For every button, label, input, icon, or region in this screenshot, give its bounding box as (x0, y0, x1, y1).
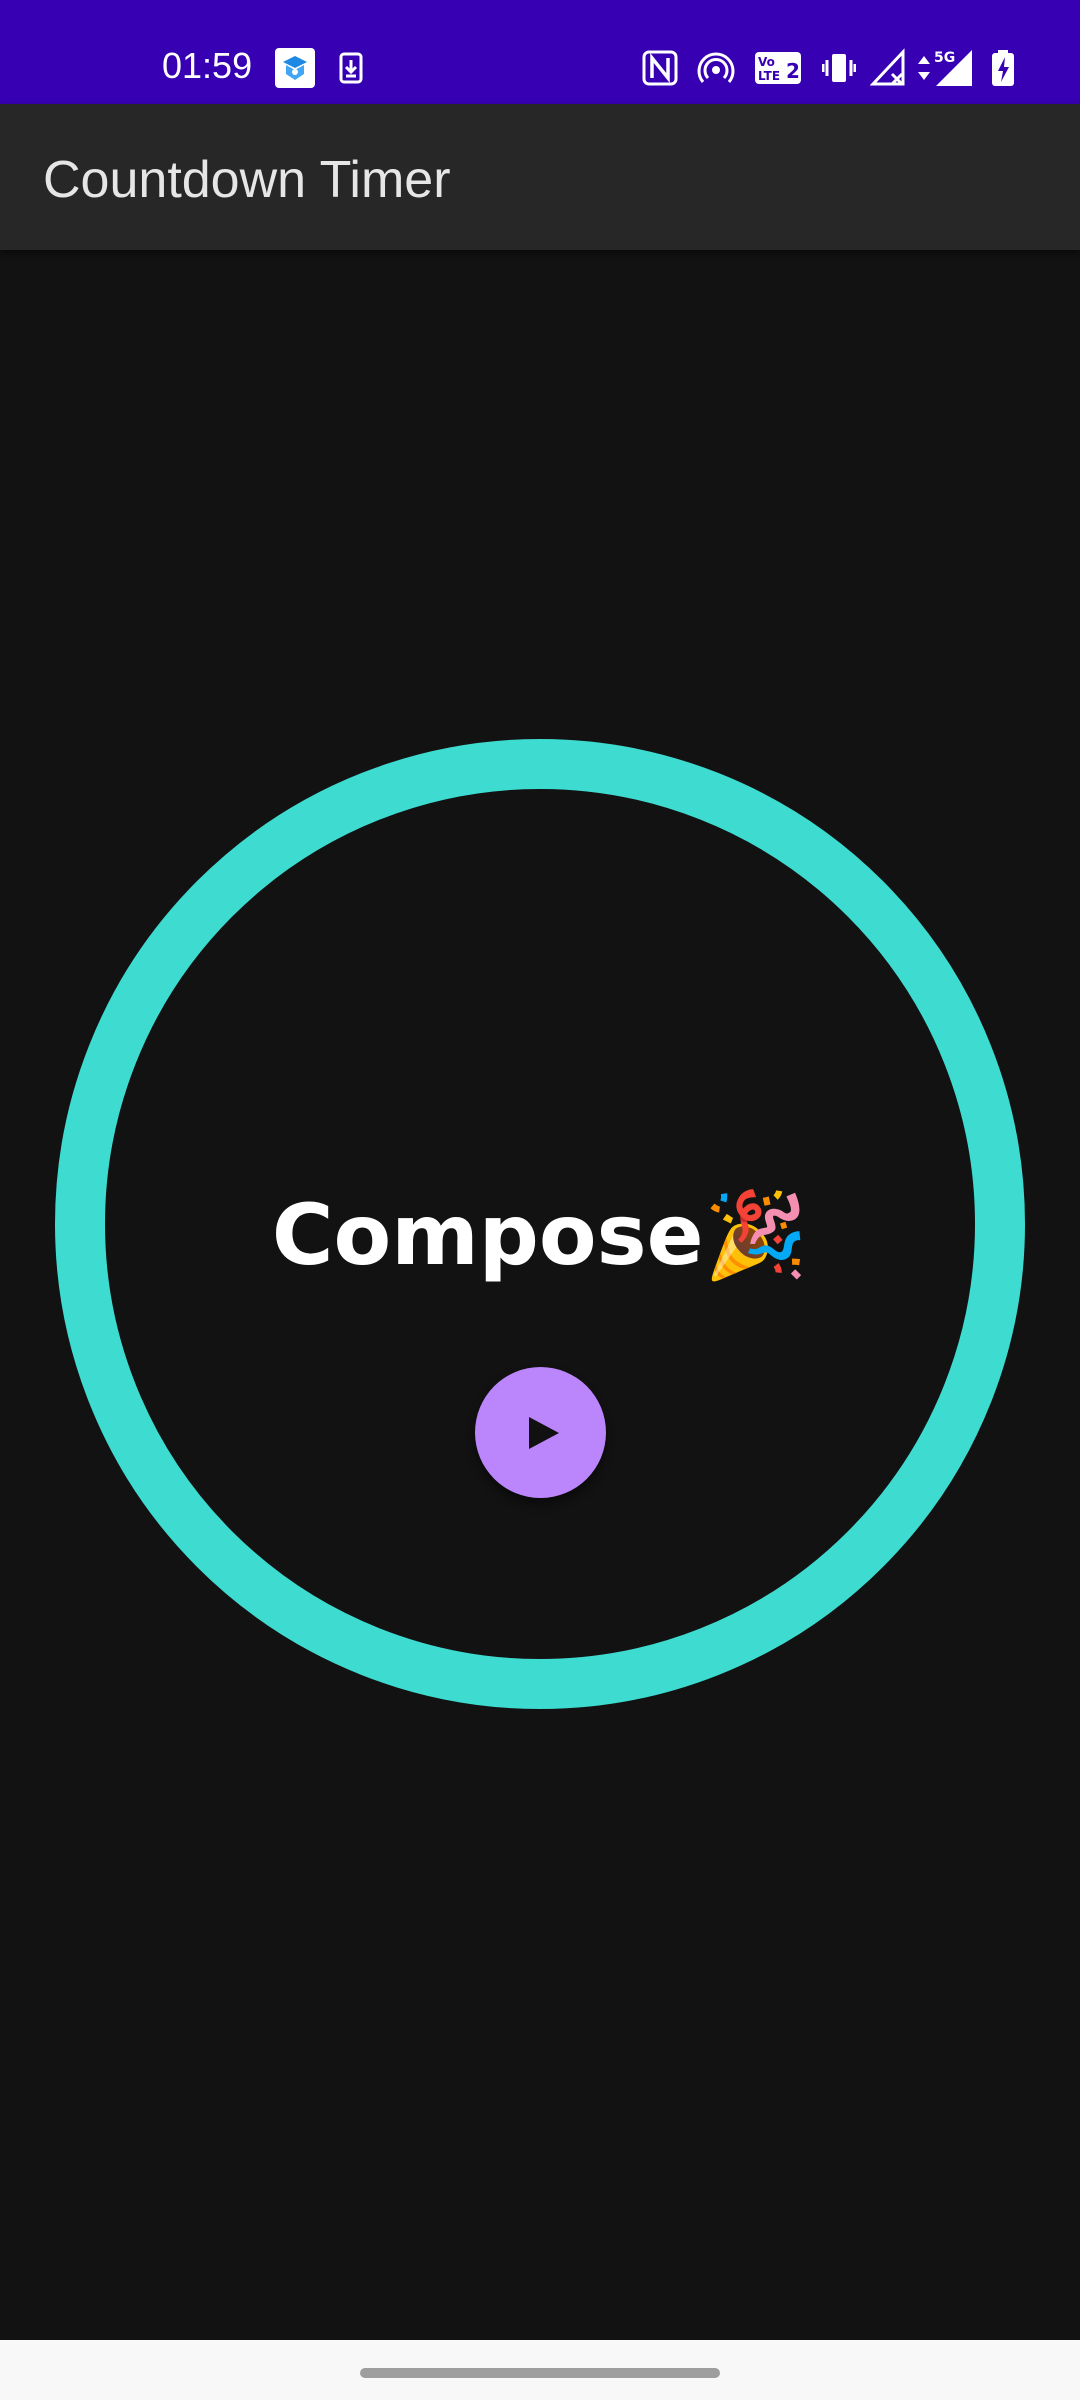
signal-no-sim-icon (870, 48, 906, 88)
play-button[interactable] (475, 1367, 606, 1498)
network-label: 5G (934, 50, 955, 66)
vpn-shield-icon (275, 48, 315, 88)
svg-text:Vo: Vo (758, 55, 775, 69)
battery-charging-icon (990, 48, 1016, 88)
navigation-bar (0, 2340, 1080, 2400)
nfc-icon (642, 48, 678, 88)
vibrate-icon (822, 48, 856, 88)
app-bar: Countdown Timer (0, 104, 1080, 250)
data-arrows-icon (916, 48, 932, 88)
app-title: Countdown Timer (43, 151, 451, 209)
play-arrow-icon (527, 1415, 561, 1451)
status-time: 01:59 (162, 45, 253, 86)
screen: 01:59 Vo LTE 2 5G Countdown Timer Compos… (0, 0, 1080, 2400)
timer-label: Compose🎉 (271, 1186, 809, 1284)
gesture-handle[interactable] (360, 2368, 720, 2378)
download-phone-icon (339, 48, 363, 88)
svg-text:2: 2 (786, 59, 800, 83)
volte-icon: Vo LTE 2 (754, 48, 802, 88)
svg-text:LTE: LTE (758, 69, 780, 83)
hotspot-icon (696, 48, 736, 88)
signal-5g-icon: 5G (934, 48, 974, 88)
status-bar: 01:59 Vo LTE 2 5G (0, 0, 1080, 104)
